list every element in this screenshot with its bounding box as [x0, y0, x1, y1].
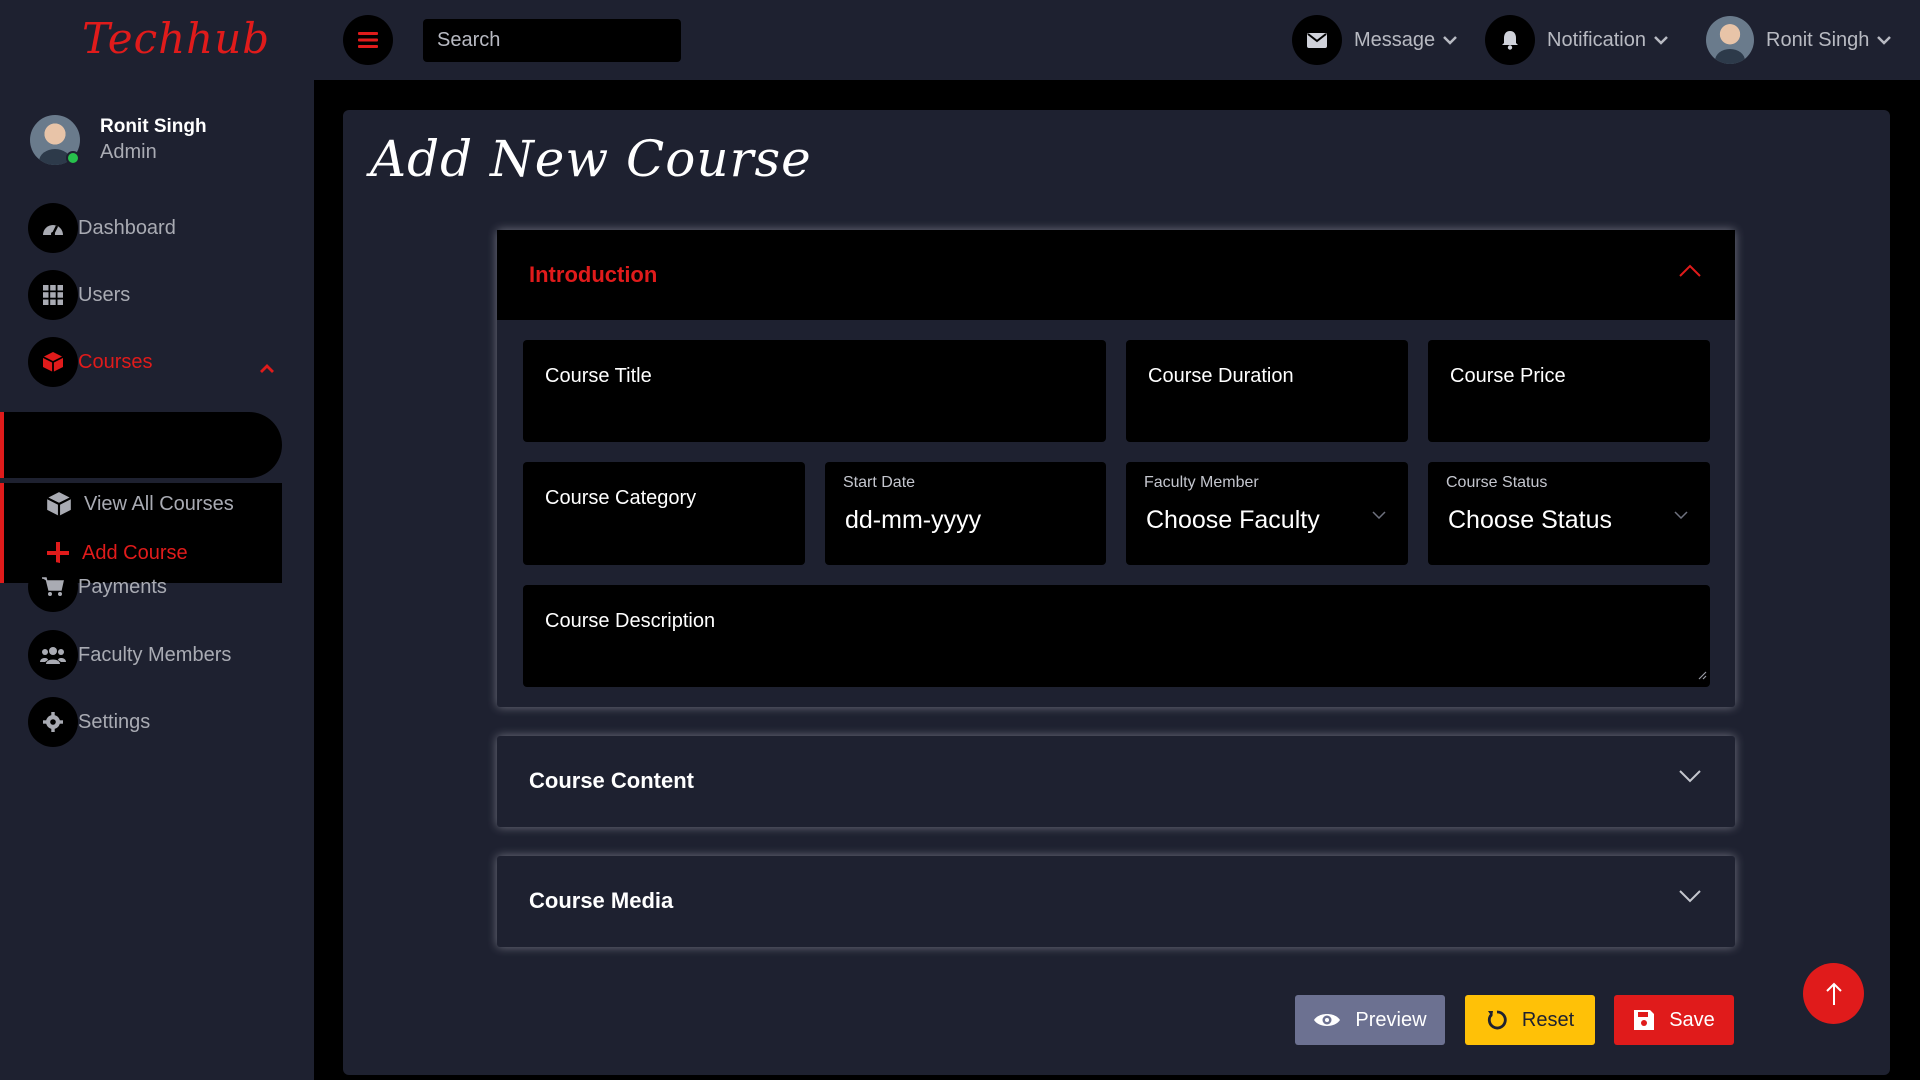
resize-handle-icon[interactable]: [1698, 665, 1707, 684]
sidebar-item-courses[interactable]: Courses: [28, 337, 274, 387]
field-value: Choose Faculty: [1146, 506, 1320, 534]
gauge-icon: [43, 225, 63, 236]
chevron-down-icon: [1674, 504, 1688, 523]
chevron-up-icon: [1679, 262, 1701, 281]
chevron-down-icon: [1679, 888, 1701, 907]
top-bar: Techhub Message Notification: [0, 0, 1920, 80]
sidebar-profile: Ronit Singh Admin: [30, 115, 207, 165]
arrow-up-icon: [1825, 982, 1842, 1005]
accordion-title: Course Content: [529, 768, 694, 793]
sidebar-item-label: Dashboard: [78, 216, 176, 239]
users-icon: [40, 647, 66, 664]
sidebar: Ronit Singh Admin Dashboard Users Course…: [0, 80, 314, 1080]
start-date-field[interactable]: Start Date dd-mm-yyyy: [825, 462, 1106, 565]
active-nav-highlight: [0, 412, 282, 478]
faculty-member-select[interactable]: Faculty Member Choose Faculty: [1126, 462, 1408, 565]
field-label: Start Date: [843, 474, 916, 491]
chevron-down-icon: [1877, 32, 1892, 48]
field-label: Course Title: [545, 365, 652, 387]
message-menu[interactable]: Message: [1292, 15, 1458, 65]
submenu-item-view-all-courses[interactable]: View All Courses: [46, 491, 234, 517]
chevron-down-icon: [1679, 768, 1701, 787]
accordion-title: Course Media: [529, 888, 674, 913]
field-label: Course Category: [545, 487, 697, 509]
brand-logo[interactable]: Techhub: [82, 14, 269, 66]
avatar: [1706, 16, 1754, 64]
sidebar-item-dashboard[interactable]: Dashboard: [28, 203, 176, 253]
accordion-header-course-content[interactable]: Course Content: [497, 736, 1735, 826]
accordion-header-course-media[interactable]: Course Media: [497, 856, 1735, 946]
reset-button[interactable]: Reset: [1465, 995, 1595, 1045]
hamburger-icon: [358, 32, 378, 48]
undo-icon: [1487, 1010, 1507, 1030]
menu-toggle-button[interactable]: [343, 15, 393, 65]
course-status-select[interactable]: Course Status Choose Status: [1428, 462, 1710, 565]
sidebar-item-label: Settings: [78, 710, 151, 733]
sidebar-item-users[interactable]: Users: [28, 270, 130, 320]
chevron-down-icon: [1654, 32, 1668, 48]
sidebar-item-faculty-members[interactable]: Faculty Members: [28, 630, 231, 680]
sidebar-item-label: Courses: [78, 350, 153, 373]
sidebar-item-label: Users: [78, 283, 131, 306]
field-label: Course Description: [545, 610, 716, 632]
course-title-field[interactable]: Course Title: [523, 340, 1106, 442]
scroll-to-top-button[interactable]: [1803, 963, 1864, 1024]
submenu-item-label: View All Courses: [84, 492, 234, 515]
button-label: Reset: [1521, 1008, 1575, 1031]
chevron-down-icon: [1443, 32, 1458, 48]
sidebar-item-label: Payments: [78, 575, 167, 598]
cart-icon: [42, 577, 64, 596]
chevron-down-icon: [1372, 504, 1386, 523]
envelope-icon: [1307, 32, 1327, 48]
accordion-introduction: Introduction Course Title Course Duratio…: [497, 230, 1735, 707]
save-button[interactable]: Save: [1614, 995, 1734, 1045]
gear-icon: [43, 712, 63, 732]
user-menu[interactable]: Ronit Singh: [1706, 15, 1892, 65]
accordion-course-content: Course Content: [497, 736, 1735, 827]
course-duration-field[interactable]: Course Duration: [1126, 340, 1408, 442]
field-label: Course Status: [1446, 474, 1548, 491]
field-value: Choose Status: [1448, 506, 1612, 534]
eye-icon: [1314, 1014, 1341, 1026]
floppy-disk-icon: [1634, 1010, 1655, 1030]
search-input[interactable]: [423, 19, 681, 62]
notification-label: Notification: [1547, 28, 1646, 51]
field-label: Course Duration: [1148, 365, 1294, 387]
box-icon: [42, 352, 64, 372]
accordion-header-introduction[interactable]: Introduction: [497, 230, 1735, 320]
cube-icon: [46, 492, 72, 516]
preview-button[interactable]: Preview: [1295, 995, 1445, 1045]
page-title: Add New Course: [370, 130, 812, 188]
sidebar-item-payments[interactable]: Payments: [28, 562, 167, 612]
course-description-textarea[interactable]: Course Description: [523, 585, 1710, 687]
bell-icon: [1502, 31, 1518, 50]
course-price-field[interactable]: Course Price: [1428, 340, 1710, 442]
grid-icon: [43, 285, 63, 305]
profile-role: Admin: [100, 141, 157, 163]
field-label: Faculty Member: [1144, 474, 1259, 491]
sidebar-item-label: Faculty Members: [78, 643, 232, 666]
field-value: dd-mm-yyyy: [845, 506, 982, 534]
course-category-field[interactable]: Course Category: [523, 462, 805, 565]
user-name: Ronit Singh: [1766, 28, 1870, 51]
button-label: Preview: [1355, 1008, 1427, 1031]
field-label: Course Price: [1450, 365, 1566, 387]
sidebar-item-settings[interactable]: Settings: [28, 697, 150, 747]
notification-menu[interactable]: Notification: [1485, 15, 1668, 65]
chevron-up-icon: [260, 356, 274, 379]
profile-name: Ronit Singh: [100, 116, 207, 137]
message-label: Message: [1354, 28, 1436, 51]
accordion-title: Introduction: [529, 262, 658, 287]
button-label: Save: [1669, 1008, 1715, 1031]
accordion-course-media: Course Media: [497, 856, 1735, 947]
online-status-dot: [66, 151, 80, 165]
